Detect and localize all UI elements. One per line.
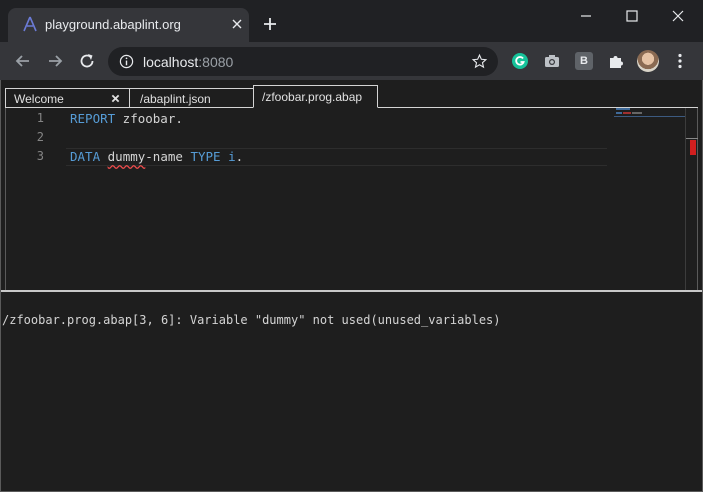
- abaplint-playground: Welcome /abaplint.json /zfoobar.prog.aba…: [0, 80, 703, 492]
- error-squiggle-dummy[interactable]: dummy: [108, 149, 146, 164]
- forward-arrow-icon[interactable]: [45, 51, 65, 71]
- code-line-1[interactable]: REPORT zfoobar.: [70, 111, 183, 126]
- info-icon[interactable]: [119, 54, 134, 69]
- grammarly-icon[interactable]: [511, 52, 529, 70]
- puzzle-icon[interactable]: [607, 52, 625, 70]
- browser-tab-title: playground.abaplint.org: [45, 17, 181, 32]
- address-bar[interactable]: localhost:8080: [108, 47, 498, 76]
- camera-icon[interactable]: [543, 52, 561, 70]
- tab-abaplint-json[interactable]: /abaplint.json: [129, 88, 254, 108]
- line-number: 3: [36, 149, 44, 163]
- tab-label: /zfoobar.prog.abap: [262, 90, 363, 104]
- minimap-line: [616, 112, 622, 114]
- code-text: -name: [145, 149, 191, 164]
- url-host: localhost: [143, 54, 199, 70]
- minimize-icon[interactable]: [576, 6, 596, 26]
- kebab-menu-icon[interactable]: [671, 52, 689, 70]
- problem-item[interactable]: /zfoobar.prog.abap[3, 6]: Variable "dumm…: [2, 313, 501, 327]
- plus-icon[interactable]: [261, 15, 279, 33]
- maximize-icon[interactable]: [622, 6, 642, 26]
- minimap-line: [616, 108, 630, 110]
- line-number: 1: [36, 111, 44, 125]
- tab-label: /abaplint.json: [140, 92, 211, 106]
- reload-icon[interactable]: [77, 51, 97, 71]
- url-text: localhost:8080: [143, 54, 233, 70]
- abaplint-logo-icon: [23, 16, 37, 32]
- minimap-line: [632, 112, 642, 114]
- error-marker[interactable]: [690, 140, 696, 155]
- minimap-slider-edge: [614, 116, 686, 117]
- code-text: zfoobar.: [115, 111, 183, 126]
- avatar[interactable]: [637, 50, 659, 72]
- keyword: DATA: [70, 149, 101, 164]
- type-name: i: [228, 149, 236, 164]
- problems-panel: /zfoobar.prog.abap[3, 6]: Variable "dumm…: [0, 292, 703, 492]
- line-number-gutter: 1 2 3: [6, 108, 66, 290]
- browser-tab[interactable]: playground.abaplint.org: [8, 8, 249, 42]
- editor-tab-bar: Welcome /abaplint.json /zfoobar.prog.aba…: [0, 80, 703, 108]
- close-icon[interactable]: [111, 94, 120, 103]
- code-line-3[interactable]: DATA dummy-name TYPE i.: [70, 149, 243, 164]
- url-port: :8080: [198, 54, 234, 70]
- close-icon[interactable]: [230, 17, 244, 31]
- minimap[interactable]: [614, 108, 686, 290]
- code-editor[interactable]: 1 2 3 REPORT zfoobar. DATA dummy-name TY…: [5, 108, 698, 290]
- minimap-line: [623, 112, 631, 114]
- extension-b-icon[interactable]: B: [575, 52, 593, 70]
- back-arrow-icon[interactable]: [13, 51, 33, 71]
- tab-welcome[interactable]: Welcome: [5, 88, 130, 108]
- scrollbar-tick: [686, 138, 698, 139]
- tab-zfoobar-prog-abap[interactable]: /zfoobar.prog.abap: [253, 85, 378, 108]
- keyword: TYPE: [190, 149, 221, 164]
- line-number: 2: [36, 130, 44, 144]
- code-text: .: [235, 149, 244, 164]
- keyword: REPORT: [70, 111, 116, 126]
- tab-label: Welcome: [14, 92, 64, 106]
- browser-title-bar: playground.abaplint.org: [0, 0, 703, 42]
- browser-toolbar: localhost:8080 B: [0, 42, 703, 80]
- vertical-scrollbar[interactable]: [685, 108, 698, 290]
- star-icon[interactable]: [471, 53, 488, 70]
- close-icon[interactable]: [668, 6, 688, 26]
